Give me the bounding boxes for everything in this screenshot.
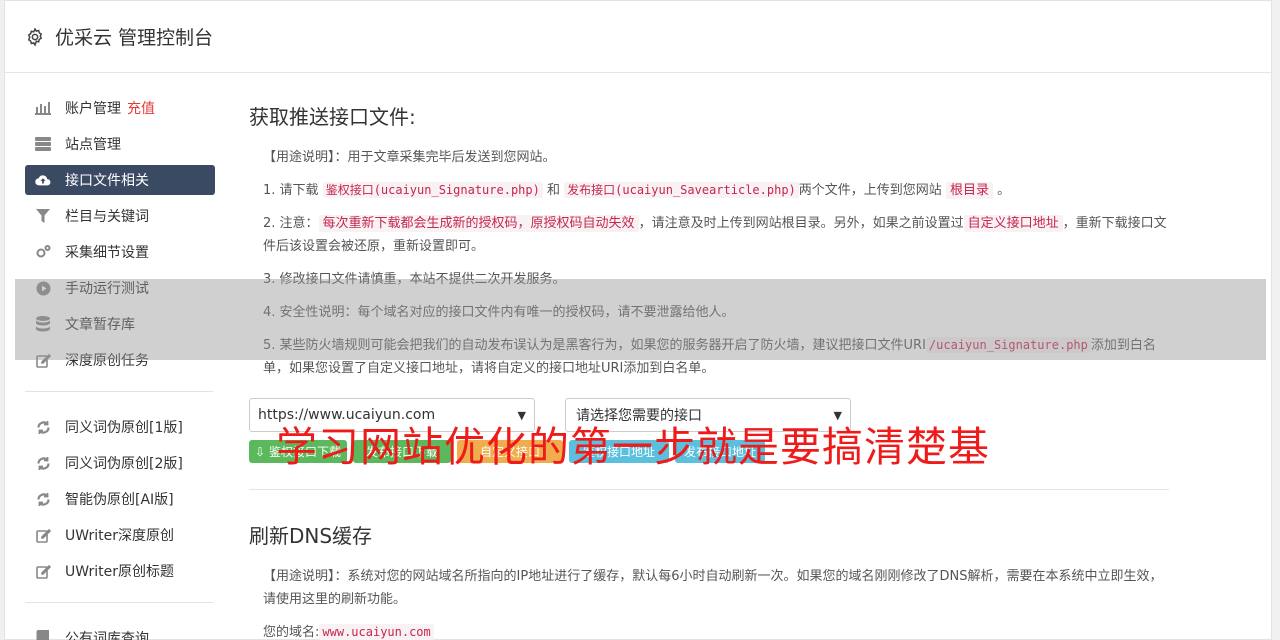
instruction-1: 1. 请下载 鉴权接口(ucaiyun_Signature.php) 和 发布接… bbox=[263, 182, 1011, 199]
main-content: 获取推送接口文件: 【用途说明】：用于文章采集完毕后发送到您网站。 1. 请下载… bbox=[249, 101, 1169, 640]
usage-note: 【用途说明】：用于文章采集完毕后发送到您网站。 bbox=[263, 150, 556, 165]
sidebar-item-label: 同义词伪原创[1版] bbox=[65, 420, 183, 436]
sidebar-item-columns-keywords[interactable]: 栏目与关键词 bbox=[25, 201, 215, 231]
sidebar-item-label: 栏目与关键词 bbox=[65, 209, 149, 225]
sidebar-divider bbox=[25, 391, 213, 392]
watermark-text: 学习网站优化的第一步就是要搞清楚基 bbox=[276, 423, 990, 471]
server-icon bbox=[35, 136, 51, 152]
cogs-icon bbox=[35, 244, 51, 260]
sidebar-item-synonym-v2[interactable]: 同义词伪原创[2版] bbox=[25, 448, 215, 478]
header: 优采云 管理控制台 bbox=[5, 1, 1271, 73]
refresh-icon bbox=[35, 491, 51, 507]
book-icon bbox=[35, 630, 51, 640]
refresh-icon bbox=[35, 419, 51, 435]
recharge-link[interactable]: 充值 bbox=[127, 98, 155, 118]
sidebar-item-sites[interactable]: 站点管理 bbox=[25, 129, 215, 159]
section-title-interface: 获取推送接口文件: bbox=[249, 105, 416, 129]
sidebar-item-synonym-v1[interactable]: 同义词伪原创[1版] bbox=[25, 412, 215, 442]
dns-usage-note: 【用途说明】：系统对您的网站域名所指向的IP地址进行了缓存，默认每6小时自动刷新… bbox=[263, 569, 1163, 607]
section-divider bbox=[249, 489, 1169, 490]
edit-icon bbox=[35, 563, 51, 579]
sidebar-item-label: 公有词库查询 bbox=[65, 631, 149, 640]
sidebar-item-label: 站点管理 bbox=[65, 137, 121, 153]
scrollbar[interactable] bbox=[1272, 0, 1280, 640]
sidebar-item-ai-rewrite[interactable]: 智能伪原创[AI版] bbox=[25, 484, 215, 514]
domain-row: 您的域名: www.ucaiyun.com bbox=[249, 621, 1169, 640]
overlay-band bbox=[15, 279, 1266, 360]
bar-chart-icon bbox=[35, 100, 51, 116]
sidebar-item-account[interactable]: 账户管理 充值 bbox=[25, 93, 215, 123]
edit-icon bbox=[35, 527, 51, 543]
page-title: 优采云 管理控制台 bbox=[55, 27, 214, 49]
filter-icon bbox=[35, 208, 51, 224]
sidebar-item-label: UWriter深度原创 bbox=[65, 528, 174, 544]
cloud-upload-icon bbox=[35, 172, 51, 188]
sidebar: 账户管理 充值 站点管理 接口文件相关 栏目与关键词 采集细节设置 手动运行测试… bbox=[25, 93, 215, 640]
sidebar-divider bbox=[25, 602, 213, 603]
sidebar-item-label: UWriter原创标题 bbox=[65, 564, 174, 580]
gear-icon bbox=[27, 27, 43, 47]
sidebar-item-collect-settings[interactable]: 采集细节设置 bbox=[25, 237, 215, 267]
sidebar-item-interface-files[interactable]: 接口文件相关 bbox=[25, 165, 215, 195]
sidebar-item-label: 接口文件相关 bbox=[65, 173, 149, 189]
refresh-icon bbox=[35, 455, 51, 471]
sidebar-item-uwriter-deep[interactable]: UWriter深度原创 bbox=[25, 520, 215, 550]
sidebar-item-label: 同义词伪原创[2版] bbox=[65, 456, 183, 472]
sidebar-item-label: 采集细节设置 bbox=[65, 245, 149, 261]
sidebar-item-uwriter-title[interactable]: UWriter原创标题 bbox=[25, 556, 215, 586]
section-title-dns: 刷新DNS缓存 bbox=[249, 524, 373, 548]
domain-value: www.ucaiyun.com bbox=[319, 624, 434, 640]
download-icon: ⇩ bbox=[255, 444, 266, 459]
sidebar-item-label: 智能伪原创[AI版] bbox=[65, 492, 174, 508]
instruction-2: 2. 注意： 每次重新下载都会生成新的授权码，原授权码自动失效 ，请注意及时上传到网… bbox=[263, 215, 1167, 254]
sidebar-item-label: 账户管理 bbox=[65, 101, 121, 117]
sidebar-item-public-lexicon[interactable]: 公有词库查询 bbox=[25, 623, 215, 640]
